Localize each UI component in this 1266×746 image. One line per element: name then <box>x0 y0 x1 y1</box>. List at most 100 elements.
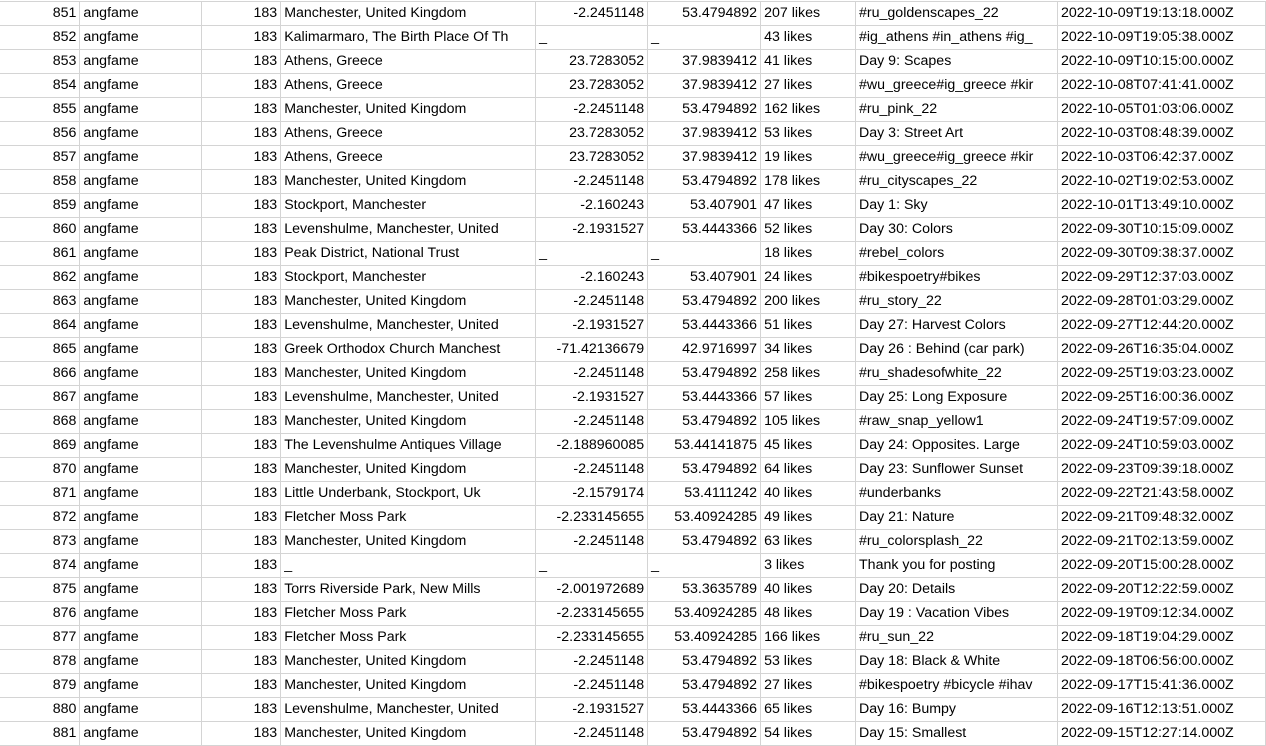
cell-timestamp[interactable]: 2022-09-16T12:13:51.000Z <box>1057 697 1266 722</box>
cell-caption[interactable]: Day 27: Harvest Colors <box>855 313 1058 338</box>
cell-location[interactable]: Manchester, United Kingdom <box>280 673 537 698</box>
cell-longitude[interactable]: -2.001972689 <box>535 577 649 602</box>
cell-username[interactable]: angfame <box>79 433 203 458</box>
cell-count[interactable]: 183 <box>201 361 282 386</box>
cell-username[interactable]: angfame <box>79 577 203 602</box>
cell-username[interactable]: angfame <box>79 409 203 434</box>
cell-count[interactable]: 183 <box>201 121 282 146</box>
cell-location[interactable]: Manchester, United Kingdom <box>280 409 537 434</box>
cell-location[interactable]: Levenshulme, Manchester, United <box>280 697 537 722</box>
cell-timestamp[interactable]: 2022-09-22T21:43:58.000Z <box>1057 481 1266 506</box>
cell-count[interactable]: 183 <box>201 601 282 626</box>
cell-longitude[interactable]: -2.2451148 <box>535 673 649 698</box>
cell-count[interactable]: 183 <box>201 289 282 314</box>
cell-timestamp[interactable]: 2022-09-17T15:41:36.000Z <box>1057 673 1266 698</box>
cell-caption[interactable]: #rebel_colors <box>855 241 1058 266</box>
cell-id[interactable]: 871 <box>0 481 81 506</box>
cell-likes[interactable]: 178 likes <box>760 169 857 194</box>
cell-location[interactable]: Manchester, United Kingdom <box>280 1 537 26</box>
cell-caption[interactable]: Day 25: Long Exposure <box>855 385 1058 410</box>
cell-latitude[interactable]: 53.4794892 <box>647 169 762 194</box>
cell-latitude[interactable]: 53.4794892 <box>647 97 762 122</box>
cell-latitude[interactable]: _ <box>647 241 762 266</box>
cell-location[interactable]: Fletcher Moss Park <box>280 505 537 530</box>
cell-longitude[interactable]: -2.2451148 <box>535 649 649 674</box>
cell-longitude[interactable]: -2.1579174 <box>535 481 649 506</box>
cell-likes[interactable]: 27 likes <box>760 673 857 698</box>
cell-username[interactable]: angfame <box>79 625 203 650</box>
cell-caption[interactable]: Day 21: Nature <box>855 505 1058 530</box>
cell-likes[interactable]: 57 likes <box>760 385 857 410</box>
cell-latitude[interactable]: 37.9839412 <box>647 145 762 170</box>
cell-longitude[interactable]: -2.2451148 <box>535 289 649 314</box>
cell-count[interactable]: 183 <box>201 649 282 674</box>
cell-longitude[interactable]: -2.2451148 <box>535 361 649 386</box>
cell-latitude[interactable]: 53.3635789 <box>647 577 762 602</box>
cell-latitude[interactable]: 53.4794892 <box>647 529 762 554</box>
cell-longitude[interactable]: _ <box>535 553 649 578</box>
cell-id[interactable]: 876 <box>0 601 81 626</box>
cell-count[interactable]: 183 <box>201 697 282 722</box>
cell-latitude[interactable]: 53.40924285 <box>647 625 762 650</box>
cell-id[interactable]: 875 <box>0 577 81 602</box>
cell-count[interactable]: 183 <box>201 529 282 554</box>
cell-caption[interactable]: #ru_story_22 <box>855 289 1058 314</box>
cell-caption[interactable]: #wu_greece#ig_greece #kir <box>855 73 1058 98</box>
cell-timestamp[interactable]: 2022-09-25T16:00:36.000Z <box>1057 385 1266 410</box>
cell-username[interactable]: angfame <box>79 289 203 314</box>
cell-timestamp[interactable]: 2022-09-26T16:35:04.000Z <box>1057 337 1266 362</box>
cell-timestamp[interactable]: 2022-09-30T10:15:09.000Z <box>1057 217 1266 242</box>
cell-likes[interactable]: 45 likes <box>760 433 857 458</box>
cell-latitude[interactable]: 37.9839412 <box>647 73 762 98</box>
cell-username[interactable]: angfame <box>79 601 203 626</box>
cell-count[interactable]: 183 <box>201 409 282 434</box>
cell-caption[interactable]: #bikespoetry #bicycle #ihav <box>855 673 1058 698</box>
cell-location[interactable]: Levenshulme, Manchester, United <box>280 313 537 338</box>
cell-id[interactable]: 861 <box>0 241 81 266</box>
cell-id[interactable]: 860 <box>0 217 81 242</box>
cell-username[interactable]: angfame <box>79 649 203 674</box>
cell-count[interactable]: 183 <box>201 385 282 410</box>
cell-id[interactable]: 879 <box>0 673 81 698</box>
cell-latitude[interactable]: 53.4443366 <box>647 385 762 410</box>
cell-likes[interactable]: 63 likes <box>760 529 857 554</box>
cell-count[interactable]: 183 <box>201 337 282 362</box>
cell-id[interactable]: 880 <box>0 697 81 722</box>
cell-id[interactable]: 858 <box>0 169 81 194</box>
cell-timestamp[interactable]: 2022-09-21T02:13:59.000Z <box>1057 529 1266 554</box>
cell-username[interactable]: angfame <box>79 73 203 98</box>
cell-count[interactable]: 183 <box>201 265 282 290</box>
cell-likes[interactable]: 162 likes <box>760 97 857 122</box>
cell-likes[interactable]: 53 likes <box>760 121 857 146</box>
cell-username[interactable]: angfame <box>79 505 203 530</box>
cell-latitude[interactable]: 53.407901 <box>647 193 762 218</box>
cell-likes[interactable]: 40 likes <box>760 577 857 602</box>
cell-id[interactable]: 856 <box>0 121 81 146</box>
cell-location[interactable]: Fletcher Moss Park <box>280 625 537 650</box>
cell-timestamp[interactable]: 2022-09-20T12:22:59.000Z <box>1057 577 1266 602</box>
cell-username[interactable]: angfame <box>79 25 203 50</box>
cell-count[interactable]: 183 <box>201 241 282 266</box>
cell-count[interactable]: 183 <box>201 1 282 26</box>
cell-longitude[interactable]: -71.42136679 <box>535 337 649 362</box>
cell-id[interactable]: 855 <box>0 97 81 122</box>
cell-latitude[interactable]: _ <box>647 553 762 578</box>
cell-longitude[interactable]: -2.2451148 <box>535 169 649 194</box>
cell-likes[interactable]: 18 likes <box>760 241 857 266</box>
cell-caption[interactable]: Day 18: Black & White <box>855 649 1058 674</box>
cell-location[interactable]: Athens, Greece <box>280 49 537 74</box>
cell-timestamp[interactable]: 2022-10-05T01:03:06.000Z <box>1057 97 1266 122</box>
cell-id[interactable]: 862 <box>0 265 81 290</box>
cell-location[interactable]: Stockport, Manchester <box>280 265 537 290</box>
cell-location[interactable]: Manchester, United Kingdom <box>280 169 537 194</box>
cell-timestamp[interactable]: 2022-09-29T12:37:03.000Z <box>1057 265 1266 290</box>
cell-username[interactable]: angfame <box>79 481 203 506</box>
cell-caption[interactable]: #ru_shadesofwhite_22 <box>855 361 1058 386</box>
cell-latitude[interactable]: 53.44141875 <box>647 433 762 458</box>
cell-timestamp[interactable]: 2022-09-28T01:03:29.000Z <box>1057 289 1266 314</box>
cell-likes[interactable]: 49 likes <box>760 505 857 530</box>
cell-latitude[interactable]: 42.9716997 <box>647 337 762 362</box>
cell-location[interactable]: Fletcher Moss Park <box>280 601 537 626</box>
cell-likes[interactable]: 34 likes <box>760 337 857 362</box>
cell-location[interactable]: Levenshulme, Manchester, United <box>280 385 537 410</box>
